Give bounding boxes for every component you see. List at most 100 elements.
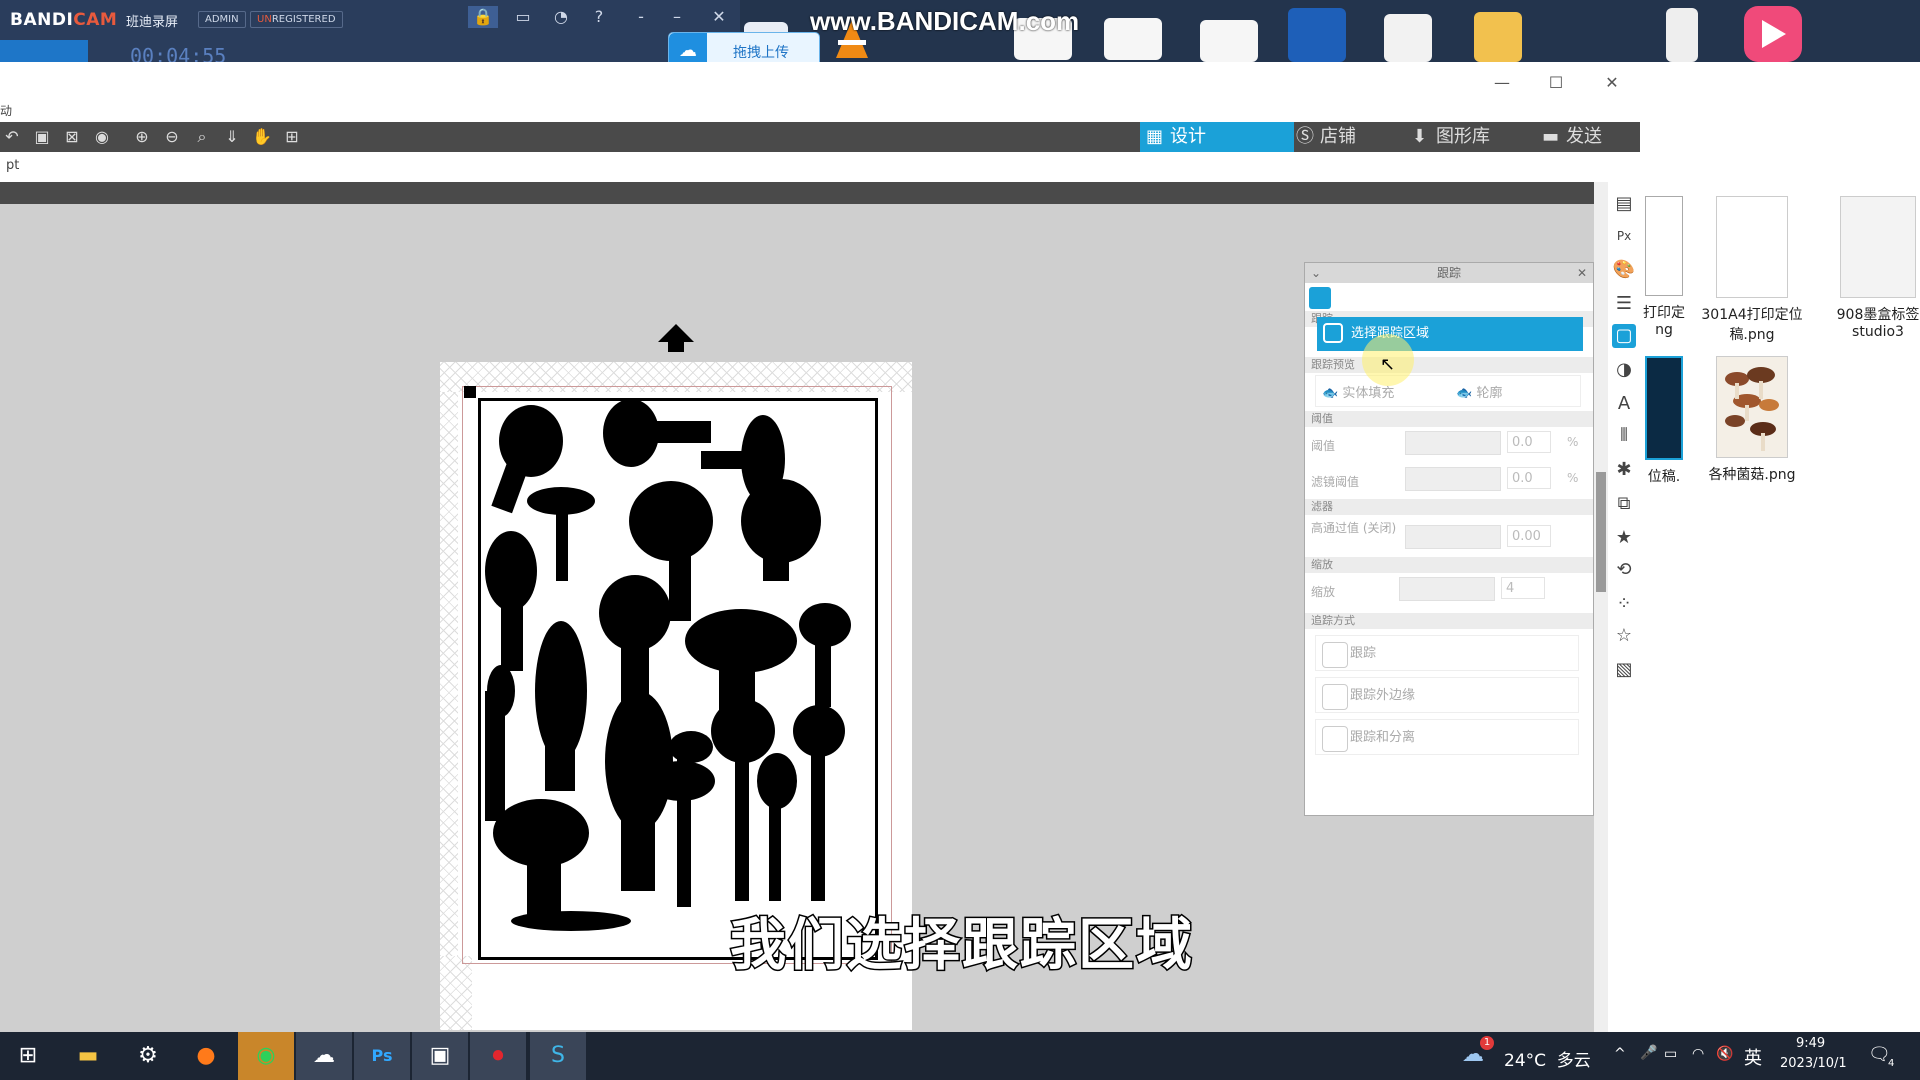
highpass-slider[interactable] bbox=[1405, 525, 1501, 549]
desktop-file[interactable]: 908墨盒标签 studio3 bbox=[1818, 196, 1920, 340]
select-all-icon[interactable]: ▣ bbox=[30, 126, 54, 148]
filter-threshold-unit: % bbox=[1567, 471, 1579, 485]
trace-outer-edge-button[interactable]: 跟踪外边缘 bbox=[1315, 677, 1579, 713]
desktop-file[interactable]: 位稿. bbox=[1636, 356, 1692, 486]
options-bar: pt bbox=[0, 152, 1640, 183]
zoom-out-icon[interactable]: ⊖ bbox=[160, 126, 184, 148]
line-style-icon[interactable]: ☰ bbox=[1612, 292, 1636, 316]
clock-date[interactable]: 2023/10/1 bbox=[1780, 1056, 1847, 1071]
trace-icon[interactable]: ▢ bbox=[1612, 324, 1636, 348]
bandicam-record-icon[interactable]: ⏺ bbox=[470, 1032, 526, 1080]
tab-store[interactable]: Ⓢ 店铺 bbox=[1290, 122, 1420, 152]
close-icon[interactable]: ✕ bbox=[704, 6, 734, 28]
document-icon[interactable] bbox=[1384, 14, 1432, 62]
page-up-arrow-icon[interactable] bbox=[658, 324, 694, 342]
select-target-icon[interactable]: ◉ bbox=[90, 126, 114, 148]
minimize-icon[interactable]: – bbox=[662, 6, 692, 28]
zoom-select-icon[interactable]: ⌕ bbox=[190, 126, 214, 148]
weather-text[interactable]: 24°C 多云 bbox=[1504, 1046, 1591, 1071]
wifi-icon[interactable]: ◠ bbox=[1692, 1046, 1704, 1062]
panel-close-icon[interactable]: ✕ bbox=[1577, 263, 1587, 283]
baidu-netdisk-icon[interactable]: ☁ bbox=[296, 1032, 352, 1080]
unit-label: pt bbox=[6, 158, 20, 173]
clock-icon[interactable]: ◔ bbox=[546, 6, 576, 28]
scale-slider[interactable] bbox=[1399, 577, 1495, 601]
offset-icon[interactable]: ⟲ bbox=[1612, 558, 1636, 582]
firefox-icon[interactable]: ● bbox=[178, 1032, 234, 1080]
trace-panel-header: ⌄ 跟踪 ✕ bbox=[1305, 263, 1593, 283]
tab-send[interactable]: ▬ 发送 bbox=[1536, 122, 1666, 152]
phone-app-icon[interactable] bbox=[1666, 8, 1698, 62]
battery-icon[interactable]: ▭ bbox=[1664, 1046, 1677, 1062]
pixscan-icon[interactable]: Px bbox=[1612, 224, 1636, 248]
fill-palette-icon[interactable]: 🎨 bbox=[1612, 258, 1636, 282]
settings-gear-icon[interactable]: ⚙ bbox=[120, 1032, 176, 1080]
video-app-icon[interactable] bbox=[1744, 6, 1802, 62]
help-icon[interactable]: ? bbox=[584, 6, 614, 28]
image-viewer-icon[interactable]: ▣ bbox=[412, 1032, 468, 1080]
page-settings-icon[interactable]: ▤ bbox=[1612, 192, 1636, 216]
collapse-chevron-icon[interactable]: ⌄ bbox=[1311, 263, 1321, 283]
security-app-icon[interactable] bbox=[1288, 8, 1346, 62]
highpass-input[interactable]: 0.00 bbox=[1507, 525, 1551, 547]
filter-threshold-input[interactable]: 0.0 bbox=[1507, 467, 1551, 489]
silhouette-studio-icon[interactable]: S bbox=[530, 1032, 586, 1080]
microphone-icon[interactable]: 🎤 bbox=[1640, 1045, 1657, 1061]
ruler-strip bbox=[0, 182, 1600, 204]
folder-download-icon[interactable] bbox=[1474, 12, 1522, 62]
tab-design[interactable]: ▦ 设计 bbox=[1140, 122, 1294, 152]
volume-mute-icon[interactable]: 🔇 bbox=[1716, 1046, 1733, 1062]
text-style-icon[interactable]: A bbox=[1612, 392, 1636, 416]
registration-mark bbox=[464, 386, 476, 398]
scale-input[interactable]: 4 bbox=[1501, 577, 1545, 599]
deselect-icon[interactable]: ⊠ bbox=[60, 126, 84, 148]
outline-option[interactable]: 🐟 轮廓 bbox=[1456, 382, 1502, 401]
replicate-icon[interactable]: ⧉ bbox=[1612, 492, 1636, 516]
filter-threshold-slider[interactable] bbox=[1405, 467, 1501, 491]
thumbnail-icon[interactable] bbox=[1200, 20, 1258, 62]
minimize-window-icon[interactable]: — bbox=[1482, 68, 1522, 98]
desktop-file[interactable]: 各种菌菇.png bbox=[1692, 356, 1812, 484]
maximize-window-icon[interactable]: ☐ bbox=[1536, 68, 1576, 98]
wechat-icon[interactable]: ◉ bbox=[238, 1032, 294, 1080]
sketch-icon[interactable]: ⁘ bbox=[1612, 592, 1636, 616]
trace-and-detach-button[interactable]: 跟踪和分离 bbox=[1315, 719, 1579, 755]
file-explorer-icon[interactable]: ▬ bbox=[60, 1032, 116, 1080]
fit-down-icon[interactable]: ⇓ bbox=[220, 126, 244, 148]
hatch-icon[interactable]: ▧ bbox=[1612, 658, 1636, 682]
tab-library[interactable]: ⬇ 图形库 bbox=[1406, 122, 1556, 152]
zoom-in-icon[interactable]: ⊕ bbox=[130, 126, 154, 148]
desktop-file[interactable]: 301A4打印定位 稿.png bbox=[1692, 196, 1812, 344]
favorite-star-icon[interactable]: ☆ bbox=[1612, 624, 1636, 648]
trace-button[interactable]: 跟踪 bbox=[1315, 635, 1579, 671]
bandicam-logo: BANDICAM bbox=[10, 10, 118, 30]
desktop-file[interactable]: 打印定 ng bbox=[1636, 196, 1692, 338]
clock-time[interactable]: 9:49 bbox=[1796, 1036, 1825, 1051]
photoshop-icon[interactable]: Ps bbox=[354, 1032, 410, 1080]
lock-icon[interactable]: 🔒 bbox=[468, 6, 498, 28]
file-label: 908墨盒标签 studio3 bbox=[1836, 307, 1920, 340]
fit-page-icon[interactable]: ⊞ bbox=[280, 126, 304, 148]
record-target-button[interactable] bbox=[0, 40, 88, 62]
close-window-icon[interactable]: ✕ bbox=[1592, 68, 1632, 98]
mushroom-silhouette-artwork[interactable] bbox=[478, 398, 878, 960]
vertical-scrollbar[interactable] bbox=[1594, 182, 1608, 1032]
ime-indicator[interactable]: 英 bbox=[1744, 1044, 1762, 1070]
folder-icon[interactable]: ▭ bbox=[508, 6, 538, 28]
minimize-mini-icon[interactable]: - bbox=[626, 6, 656, 28]
windows-start-icon[interactable]: ⊞ bbox=[0, 1032, 56, 1080]
trace-panel: ⌄ 跟踪 ✕ 跟踪 选择跟踪区域 跟踪预览 🐟 实体填充 🐟 轮廓 阈值 阈值 … bbox=[1304, 262, 1594, 816]
select-trace-area-button[interactable]: 选择跟踪区域 bbox=[1317, 317, 1583, 351]
tray-chevron-icon[interactable]: ^ bbox=[1614, 1046, 1626, 1062]
undo-icon[interactable]: ↶ bbox=[0, 126, 24, 148]
threshold-input[interactable]: 0.0 bbox=[1507, 431, 1551, 453]
trace-tab-icon[interactable] bbox=[1309, 287, 1331, 309]
align-icon[interactable]: ⫴ bbox=[1612, 424, 1636, 448]
transform-icon[interactable]: ✱ bbox=[1612, 458, 1636, 482]
contrast-icon[interactable]: ◑ bbox=[1612, 358, 1636, 382]
thumbnail-icon[interactable] bbox=[1104, 18, 1162, 60]
scrollbar-thumb[interactable] bbox=[1596, 472, 1606, 592]
hand-pan-icon[interactable]: ✋ bbox=[250, 126, 274, 148]
threshold-slider[interactable] bbox=[1405, 431, 1501, 455]
star-effects-icon[interactable]: ★ bbox=[1612, 526, 1636, 550]
